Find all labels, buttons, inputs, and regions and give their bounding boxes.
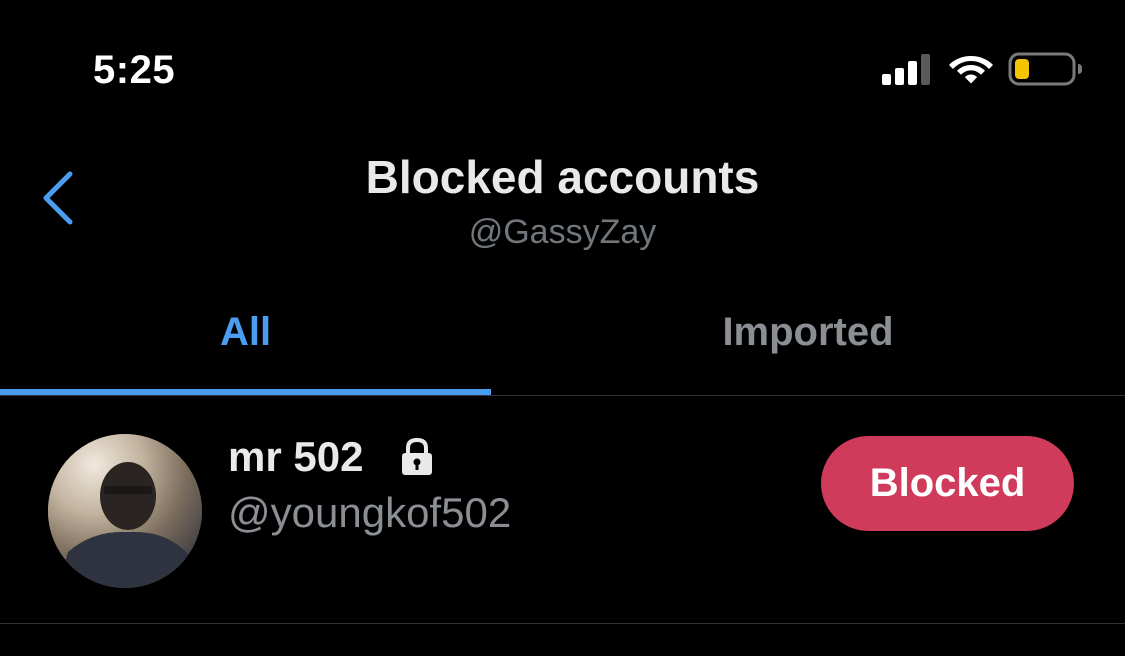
lock-icon xyxy=(402,437,432,475)
account-display-name: mr 502 xyxy=(228,433,364,480)
cellular-signal-icon xyxy=(882,54,930,85)
avatar[interactable] xyxy=(48,434,202,588)
blocked-account-row[interactable]: mr 502 @youngkof502 Blocked xyxy=(0,396,1125,622)
row-divider xyxy=(0,623,1125,624)
wifi-icon xyxy=(949,56,993,84)
page-title: Blocked accounts xyxy=(365,151,760,203)
status-time: 5:25 xyxy=(93,48,176,92)
tab-all[interactable]: All xyxy=(0,304,491,360)
blocked-button[interactable]: Blocked xyxy=(821,436,1074,531)
account-handle: @youngkof502 xyxy=(228,489,512,536)
account-handle-subtitle: @GassyZay xyxy=(468,213,657,251)
battery-icon xyxy=(1008,52,1082,86)
tab-imported[interactable]: Imported xyxy=(491,304,1125,360)
